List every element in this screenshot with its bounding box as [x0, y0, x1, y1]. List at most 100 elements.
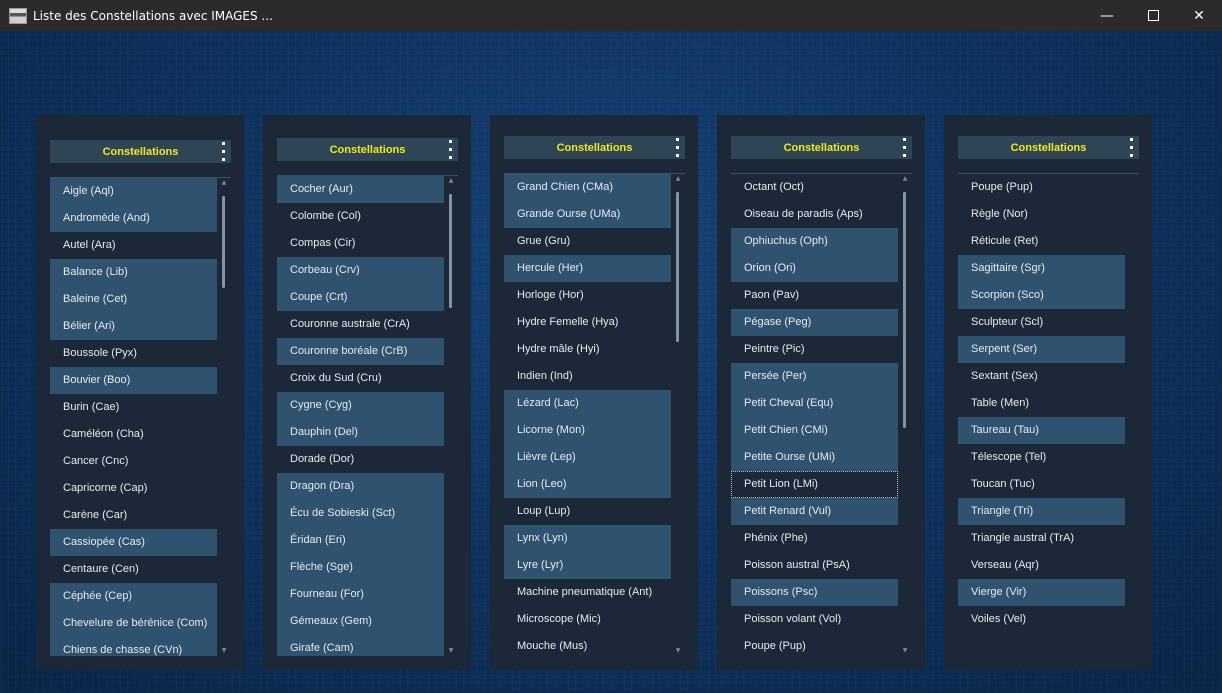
list-item[interactable]: Cocher (Aur): [277, 176, 444, 203]
more-options-icon[interactable]: [221, 142, 225, 161]
scroll-down-icon[interactable]: ▼: [898, 646, 912, 656]
list-item[interactable]: Carène (Car): [50, 502, 217, 529]
list-item[interactable]: Voiles (Vel): [958, 606, 1125, 633]
list-item[interactable]: Peintre (Pic): [731, 336, 898, 363]
list-item[interactable]: Horloge (Hor): [504, 282, 671, 309]
list-item[interactable]: Indien (Ind): [504, 363, 671, 390]
list-item[interactable]: Petit Cheval (Equ): [731, 390, 898, 417]
list-item[interactable]: Aigle (Aql): [50, 178, 217, 205]
list-item[interactable]: Dorade (Dor): [277, 446, 444, 473]
constellation-list[interactable]: Poupe (Pup) Règle (Nor) Réticule (Ret) Sagi…: [958, 173, 1139, 656]
list-item[interactable]: Cassiopée (Cas): [50, 529, 217, 556]
list-item[interactable]: Sagittaire (Sgr): [958, 255, 1125, 282]
list-item[interactable]: Chiens de chasse (CVn): [50, 637, 217, 656]
list-item[interactable]: Toucan (Tuc): [958, 471, 1125, 498]
list-item[interactable]: Table (Men): [958, 390, 1125, 417]
list-item[interactable]: Céphée (Cep): [50, 583, 217, 610]
list-item[interactable]: Serpent (Ser): [958, 336, 1125, 363]
list-item[interactable]: Sextant (Sex): [958, 363, 1125, 390]
list-item[interactable]: Oiseau de paradis (Aps): [731, 201, 898, 228]
list-item[interactable]: Persée (Per): [731, 363, 898, 390]
list-item[interactable]: Télescope (Tel): [958, 444, 1125, 471]
constellation-list[interactable]: Grand Chien (CMa) Grande Ourse (UMa) Grue …: [504, 173, 685, 656]
scroll-down-icon[interactable]: ▼: [217, 646, 231, 656]
list-item[interactable]: Couronne australe (CrA): [277, 311, 444, 338]
list-item[interactable]: Lézard (Lac): [504, 390, 671, 417]
list-item[interactable]: Petit Lion (LMi): [731, 471, 898, 498]
list-item[interactable]: Girafe (Cam): [277, 635, 444, 656]
list-item[interactable]: Hercule (Her): [504, 255, 671, 282]
list-item[interactable]: Petit Chien (CMi): [731, 417, 898, 444]
constellation-list[interactable]: Octant (Oct) Oiseau de paradis (Aps) Ophiu…: [731, 173, 912, 656]
list-item[interactable]: Sculpteur (Scl): [958, 309, 1125, 336]
scrollbar[interactable]: ▲ ▼: [217, 178, 231, 656]
list-item[interactable]: Ophiuchus (Oph): [731, 228, 898, 255]
list-item[interactable]: Lièvre (Lep): [504, 444, 671, 471]
scroll-up-icon[interactable]: ▲: [671, 174, 685, 184]
list-item[interactable]: Chevelure de bérénice (Com): [50, 610, 217, 637]
list-item[interactable]: Poisson austral (PsA): [731, 552, 898, 579]
more-options-icon[interactable]: [448, 140, 452, 159]
scroll-thumb[interactable]: [903, 192, 906, 428]
constellation-list[interactable]: Cocher (Aur) Colombe (Col) Compas (Cir) Cor…: [277, 175, 458, 656]
list-item[interactable]: Caméléon (Cha): [50, 421, 217, 448]
list-item[interactable]: Lynx (Lyn): [504, 525, 671, 552]
list-item[interactable]: Éridan (Eri): [277, 527, 444, 554]
list-item[interactable]: Règle (Nor): [958, 201, 1125, 228]
list-item[interactable]: Triangle austral (TrA): [958, 525, 1125, 552]
list-item[interactable]: Réticule (Ret): [958, 228, 1125, 255]
minimize-button[interactable]: —: [1084, 0, 1130, 31]
maximize-button[interactable]: [1130, 0, 1176, 31]
list-item[interactable]: Paon (Pav): [731, 282, 898, 309]
list-item[interactable]: Balance (Lib): [50, 259, 217, 286]
list-item[interactable]: Burin (Cae): [50, 394, 217, 421]
scrollbar[interactable]: ▲ ▼: [444, 176, 458, 656]
list-item[interactable]: Poissons (Psc): [731, 579, 898, 606]
list-item[interactable]: Mouche (Mus): [504, 633, 671, 656]
list-item[interactable]: Dragon (Dra): [277, 473, 444, 500]
more-options-icon[interactable]: [1129, 138, 1133, 157]
list-item[interactable]: Bouvier (Boo): [50, 367, 217, 394]
list-item[interactable]: Petit Renard (Vul): [731, 498, 898, 525]
list-item[interactable]: Poupe (Pup): [958, 174, 1125, 201]
scroll-thumb[interactable]: [222, 196, 225, 288]
scroll-down-icon[interactable]: ▼: [444, 646, 458, 656]
list-item[interactable]: Centaure (Cen): [50, 556, 217, 583]
list-item[interactable]: Orion (Ori): [731, 255, 898, 282]
list-item[interactable]: Croix du Sud (Cru): [277, 365, 444, 392]
scroll-up-icon[interactable]: ▲: [217, 178, 231, 188]
list-item[interactable]: Couronne boréale (CrB): [277, 338, 444, 365]
list-item[interactable]: Autel (Ara): [50, 232, 217, 259]
list-item[interactable]: Vierge (Vir): [958, 579, 1125, 606]
list-item[interactable]: Machine pneumatique (Ant): [504, 579, 671, 606]
more-options-icon[interactable]: [675, 138, 679, 157]
list-item[interactable]: Grand Chien (CMa): [504, 174, 671, 201]
list-item[interactable]: Écu de Sobieski (Sct): [277, 500, 444, 527]
list-item[interactable]: Microscope (Mic): [504, 606, 671, 633]
list-item[interactable]: Octant (Oct): [731, 174, 898, 201]
list-item[interactable]: Lion (Leo): [504, 471, 671, 498]
list-item[interactable]: Andromède (And): [50, 205, 217, 232]
list-item[interactable]: Hydre Femelle (Hya): [504, 309, 671, 336]
list-item[interactable]: Bélier (Ari): [50, 313, 217, 340]
list-item[interactable]: Licorne (Mon): [504, 417, 671, 444]
scroll-up-icon[interactable]: ▲: [444, 176, 458, 186]
scroll-down-icon[interactable]: ▼: [671, 646, 685, 656]
list-item[interactable]: Grande Ourse (UMa): [504, 201, 671, 228]
list-item[interactable]: Taureau (Tau): [958, 417, 1125, 444]
list-item[interactable]: Hydre mâle (Hyi): [504, 336, 671, 363]
list-item[interactable]: Cygne (Cyg): [277, 392, 444, 419]
scroll-up-icon[interactable]: ▲: [898, 174, 912, 184]
list-item[interactable]: Petite Ourse (UMi): [731, 444, 898, 471]
list-item[interactable]: Phénix (Phe): [731, 525, 898, 552]
list-item[interactable]: Corbeau (Crv): [277, 257, 444, 284]
list-item[interactable]: Colombe (Col): [277, 203, 444, 230]
list-item[interactable]: Scorpion (Sco): [958, 282, 1125, 309]
list-item[interactable]: Fourneau (For): [277, 581, 444, 608]
list-item[interactable]: Cancer (Cnc): [50, 448, 217, 475]
constellation-list[interactable]: Aigle (Aql) Andromède (And) Autel (Ara) Bal…: [50, 177, 231, 656]
list-item[interactable]: Triangle (Tri): [958, 498, 1125, 525]
list-item[interactable]: Gémeaux (Gem): [277, 608, 444, 635]
list-item[interactable]: Boussole (Pyx): [50, 340, 217, 367]
list-item[interactable]: Dauphin (Del): [277, 419, 444, 446]
